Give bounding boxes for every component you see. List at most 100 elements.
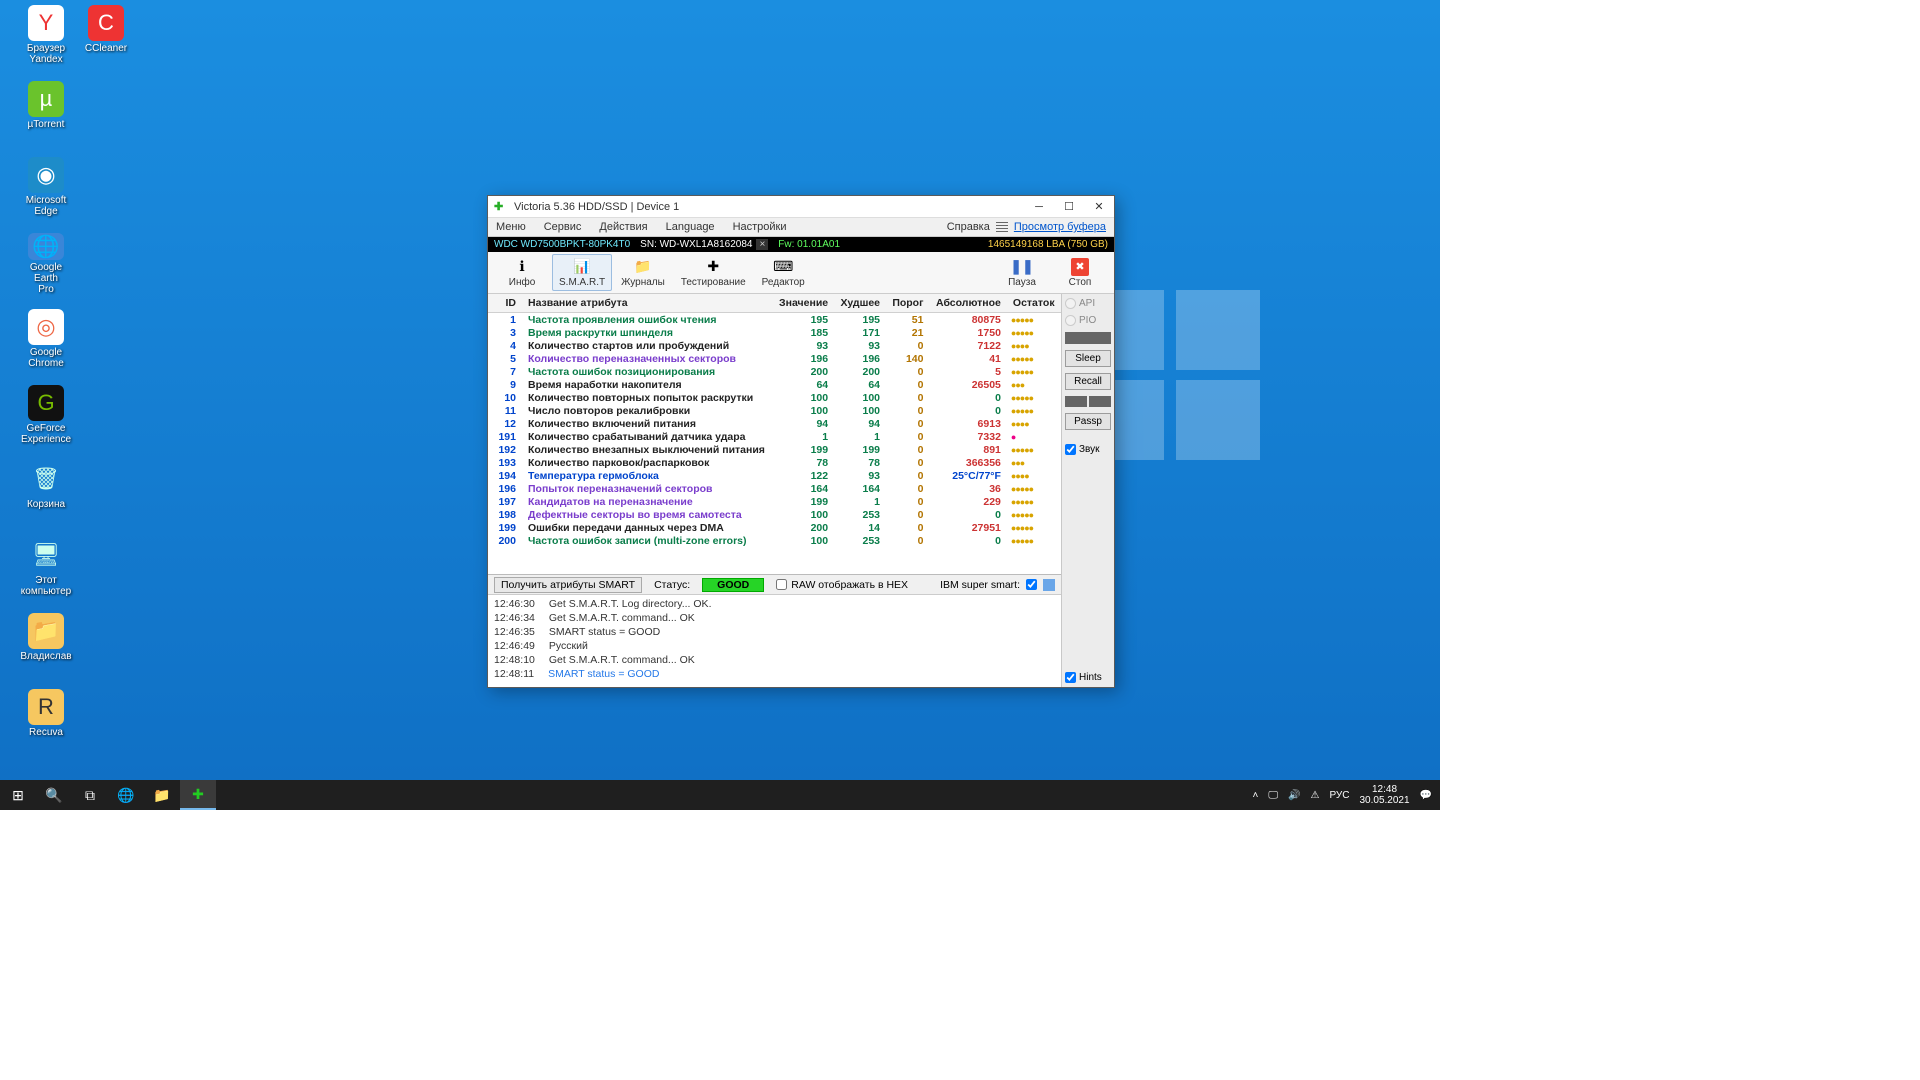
smart-row[interactable]: 11Число повторов рекалибровки10010000●●●… — [488, 404, 1061, 417]
icon-label: CCleaner — [85, 43, 127, 54]
tray-network-icon[interactable]: ⚠ — [1310, 790, 1319, 801]
smart-row[interactable]: 10Количество повторных попыток раскрутки… — [488, 391, 1061, 404]
smart-row[interactable]: 7Частота ошибок позиционирования20020005… — [488, 365, 1061, 378]
tab-test[interactable]: ✚Тестирование — [674, 254, 753, 291]
menu-settings[interactable]: Настройки — [733, 221, 787, 233]
tray-volume-icon[interactable]: 🔊 — [1288, 790, 1300, 801]
sound-checkbox[interactable]: Звук — [1065, 444, 1111, 455]
tray-chevron-icon[interactable]: ˄ — [1253, 790, 1259, 801]
clear-device-icon[interactable]: × — [756, 239, 768, 250]
sleep-button[interactable]: Sleep — [1065, 350, 1111, 367]
taskbar-explorer[interactable]: 📁 — [144, 780, 180, 810]
buffer-view-link[interactable]: Просмотр буфера — [1014, 221, 1106, 233]
app-icon: G — [28, 385, 64, 421]
tab-info[interactable]: ℹИнфо — [494, 254, 550, 291]
icon-label: GoogleChrome — [28, 347, 64, 369]
side-indicator — [1065, 332, 1111, 344]
desktop-icon[interactable]: 📁Владислав — [18, 613, 74, 675]
smart-row[interactable]: 198Дефектные секторы во время самотеста1… — [488, 508, 1061, 521]
smart-row[interactable]: 3Время раскрутки шпинделя185171211750●●●… — [488, 326, 1061, 339]
smart-row[interactable]: 12Количество включений питания949406913●… — [488, 417, 1061, 430]
device-model: WDC WD7500BPKT-80PK4T0 — [494, 239, 630, 250]
hints-checkbox[interactable]: Hints — [1065, 672, 1111, 683]
menu-service[interactable]: Сервис — [544, 221, 582, 233]
smart-row[interactable]: 191Количество срабатываний датчика удара… — [488, 430, 1061, 443]
desktop-icon[interactable]: RRecuva — [18, 689, 74, 751]
smart-row[interactable]: 197Кандидатов на переназначение19910229●… — [488, 495, 1061, 508]
test-icon: ✚ — [702, 258, 724, 276]
tab-logs[interactable]: 📁Журналы — [614, 254, 672, 291]
desktop-icon[interactable]: ◎GoogleChrome — [18, 309, 74, 371]
smart-table-wrap[interactable]: ID Название атрибута Значение Худшее Пор… — [488, 294, 1061, 575]
menu-help[interactable]: Справка — [947, 221, 990, 233]
raw-hex-checkbox[interactable]: RAW отображать в HEX — [776, 579, 908, 591]
tray-notifications-icon[interactable]: 💬 — [1420, 790, 1432, 801]
pause-button[interactable]: ❚❚ Пауза — [994, 254, 1050, 291]
col-absolute[interactable]: Абсолютное — [929, 294, 1006, 313]
ibm-smart-checkbox[interactable] — [1026, 579, 1037, 590]
app-icon: Y — [28, 5, 64, 41]
taskbar[interactable]: ⊞ 🔍 ⧉ 🌐 📁 ✚ ˄ 🖵 🔊 ⚠ РУС 12:48 30.05.2021… — [0, 780, 1440, 810]
menu-language[interactable]: Language — [666, 221, 715, 233]
desktop-icon[interactable]: 🖥Этоткомпьютер — [18, 537, 74, 599]
desktop-icon[interactable]: GGeForceExperience — [18, 385, 74, 447]
smart-row[interactable]: 193Количество парковок/распарковок787803… — [488, 456, 1061, 469]
start-button[interactable]: ⊞ — [0, 780, 36, 810]
smart-row[interactable]: 5Количество переназначенных секторов1961… — [488, 352, 1061, 365]
pio-radio[interactable]: PIO — [1065, 315, 1111, 326]
desktop-icon[interactable]: CCCleaner — [78, 5, 134, 67]
icon-label: Корзина — [27, 499, 65, 510]
side-panel: API PIO Sleep Recall Passp Звук Hints — [1062, 294, 1114, 687]
app-icon: µ — [28, 81, 64, 117]
taskbar-victoria[interactable]: ✚ — [180, 780, 216, 810]
smart-row[interactable]: 200Частота ошибок записи (multi-zone err… — [488, 534, 1061, 547]
menu-actions[interactable]: Действия — [599, 221, 647, 233]
col-threshold[interactable]: Порог — [886, 294, 929, 313]
smart-row[interactable]: 9Время наработки накопителя6464026505●●● — [488, 378, 1061, 391]
maximize-button[interactable]: ☐ — [1054, 196, 1084, 218]
tab-editor[interactable]: ⌨Редактор — [755, 254, 812, 291]
stop-button[interactable]: ✖ Стоп — [1052, 254, 1108, 291]
menu-main[interactable]: Меню — [496, 221, 526, 233]
smart-row[interactable]: 4Количество стартов или пробуждений93930… — [488, 339, 1061, 352]
titlebar[interactable]: ✚ Victoria 5.36 HDD/SSD | Device 1 ─ ☐ ✕ — [488, 196, 1114, 218]
col-worst[interactable]: Худшее — [834, 294, 886, 313]
device-serial: SN: WD-WXL1A8162084 — [640, 239, 752, 250]
desktop-icon[interactable]: ◉MicrosoftEdge — [18, 157, 74, 219]
app-icon: ◉ — [28, 157, 64, 193]
desktop-icon[interactable]: 🗑Корзина — [18, 461, 74, 523]
api-radio[interactable]: API — [1065, 298, 1111, 309]
ibm-color-swatch[interactable] — [1043, 579, 1055, 591]
tab-smart[interactable]: 📊S.M.A.R.T — [552, 254, 612, 291]
desktop-icon[interactable]: µµTorrent — [18, 81, 74, 143]
icon-label: GeForceExperience — [21, 423, 71, 445]
log-row: 12:46:30Get S.M.A.R.T. Log directory... … — [494, 597, 1055, 611]
status-badge: GOOD — [702, 578, 764, 592]
tray-clock[interactable]: 12:48 30.05.2021 — [1359, 784, 1409, 806]
desktop-icon[interactable]: 🌐Google EarthPro — [18, 233, 74, 295]
col-value[interactable]: Значение — [773, 294, 834, 313]
close-button[interactable]: ✕ — [1084, 196, 1114, 218]
tray-monitor-icon[interactable]: 🖵 — [1268, 790, 1278, 801]
task-view-button[interactable]: ⧉ — [72, 780, 108, 810]
taskbar-edge[interactable]: 🌐 — [108, 780, 144, 810]
log-panel[interactable]: 12:46:30Get S.M.A.R.T. Log directory... … — [488, 595, 1061, 687]
minimize-button[interactable]: ─ — [1024, 196, 1054, 218]
col-health[interactable]: Остаток — [1007, 294, 1061, 313]
tray-language[interactable]: РУС — [1329, 790, 1349, 801]
icon-label: Google EarthPro — [18, 262, 74, 295]
log-row: 12:48:11SMART status = GOOD — [494, 667, 1055, 681]
smart-row[interactable]: 199Ошибки передачи данных через DMA20014… — [488, 521, 1061, 534]
desktop-icon[interactable]: YБраузерYandex — [18, 5, 74, 67]
search-button[interactable]: 🔍 — [36, 780, 72, 810]
recall-button[interactable]: Recall — [1065, 373, 1111, 390]
col-name[interactable]: Название атрибута — [522, 294, 773, 313]
col-id[interactable]: ID — [488, 294, 522, 313]
smart-row[interactable]: 196Попыток переназначений секторов164164… — [488, 482, 1061, 495]
smart-row[interactable]: 192Количество внезапных выключений питан… — [488, 443, 1061, 456]
passp-button[interactable]: Passp — [1065, 413, 1111, 430]
get-smart-button[interactable]: Получить атрибуты SMART — [494, 577, 642, 593]
system-tray[interactable]: ˄ 🖵 🔊 ⚠ РУС 12:48 30.05.2021 💬 — [1253, 784, 1440, 806]
smart-row[interactable]: 1Частота проявления ошибок чтения1951955… — [488, 313, 1061, 327]
smart-row[interactable]: 194Температура гермоблока12293025°C/77°F… — [488, 469, 1061, 482]
